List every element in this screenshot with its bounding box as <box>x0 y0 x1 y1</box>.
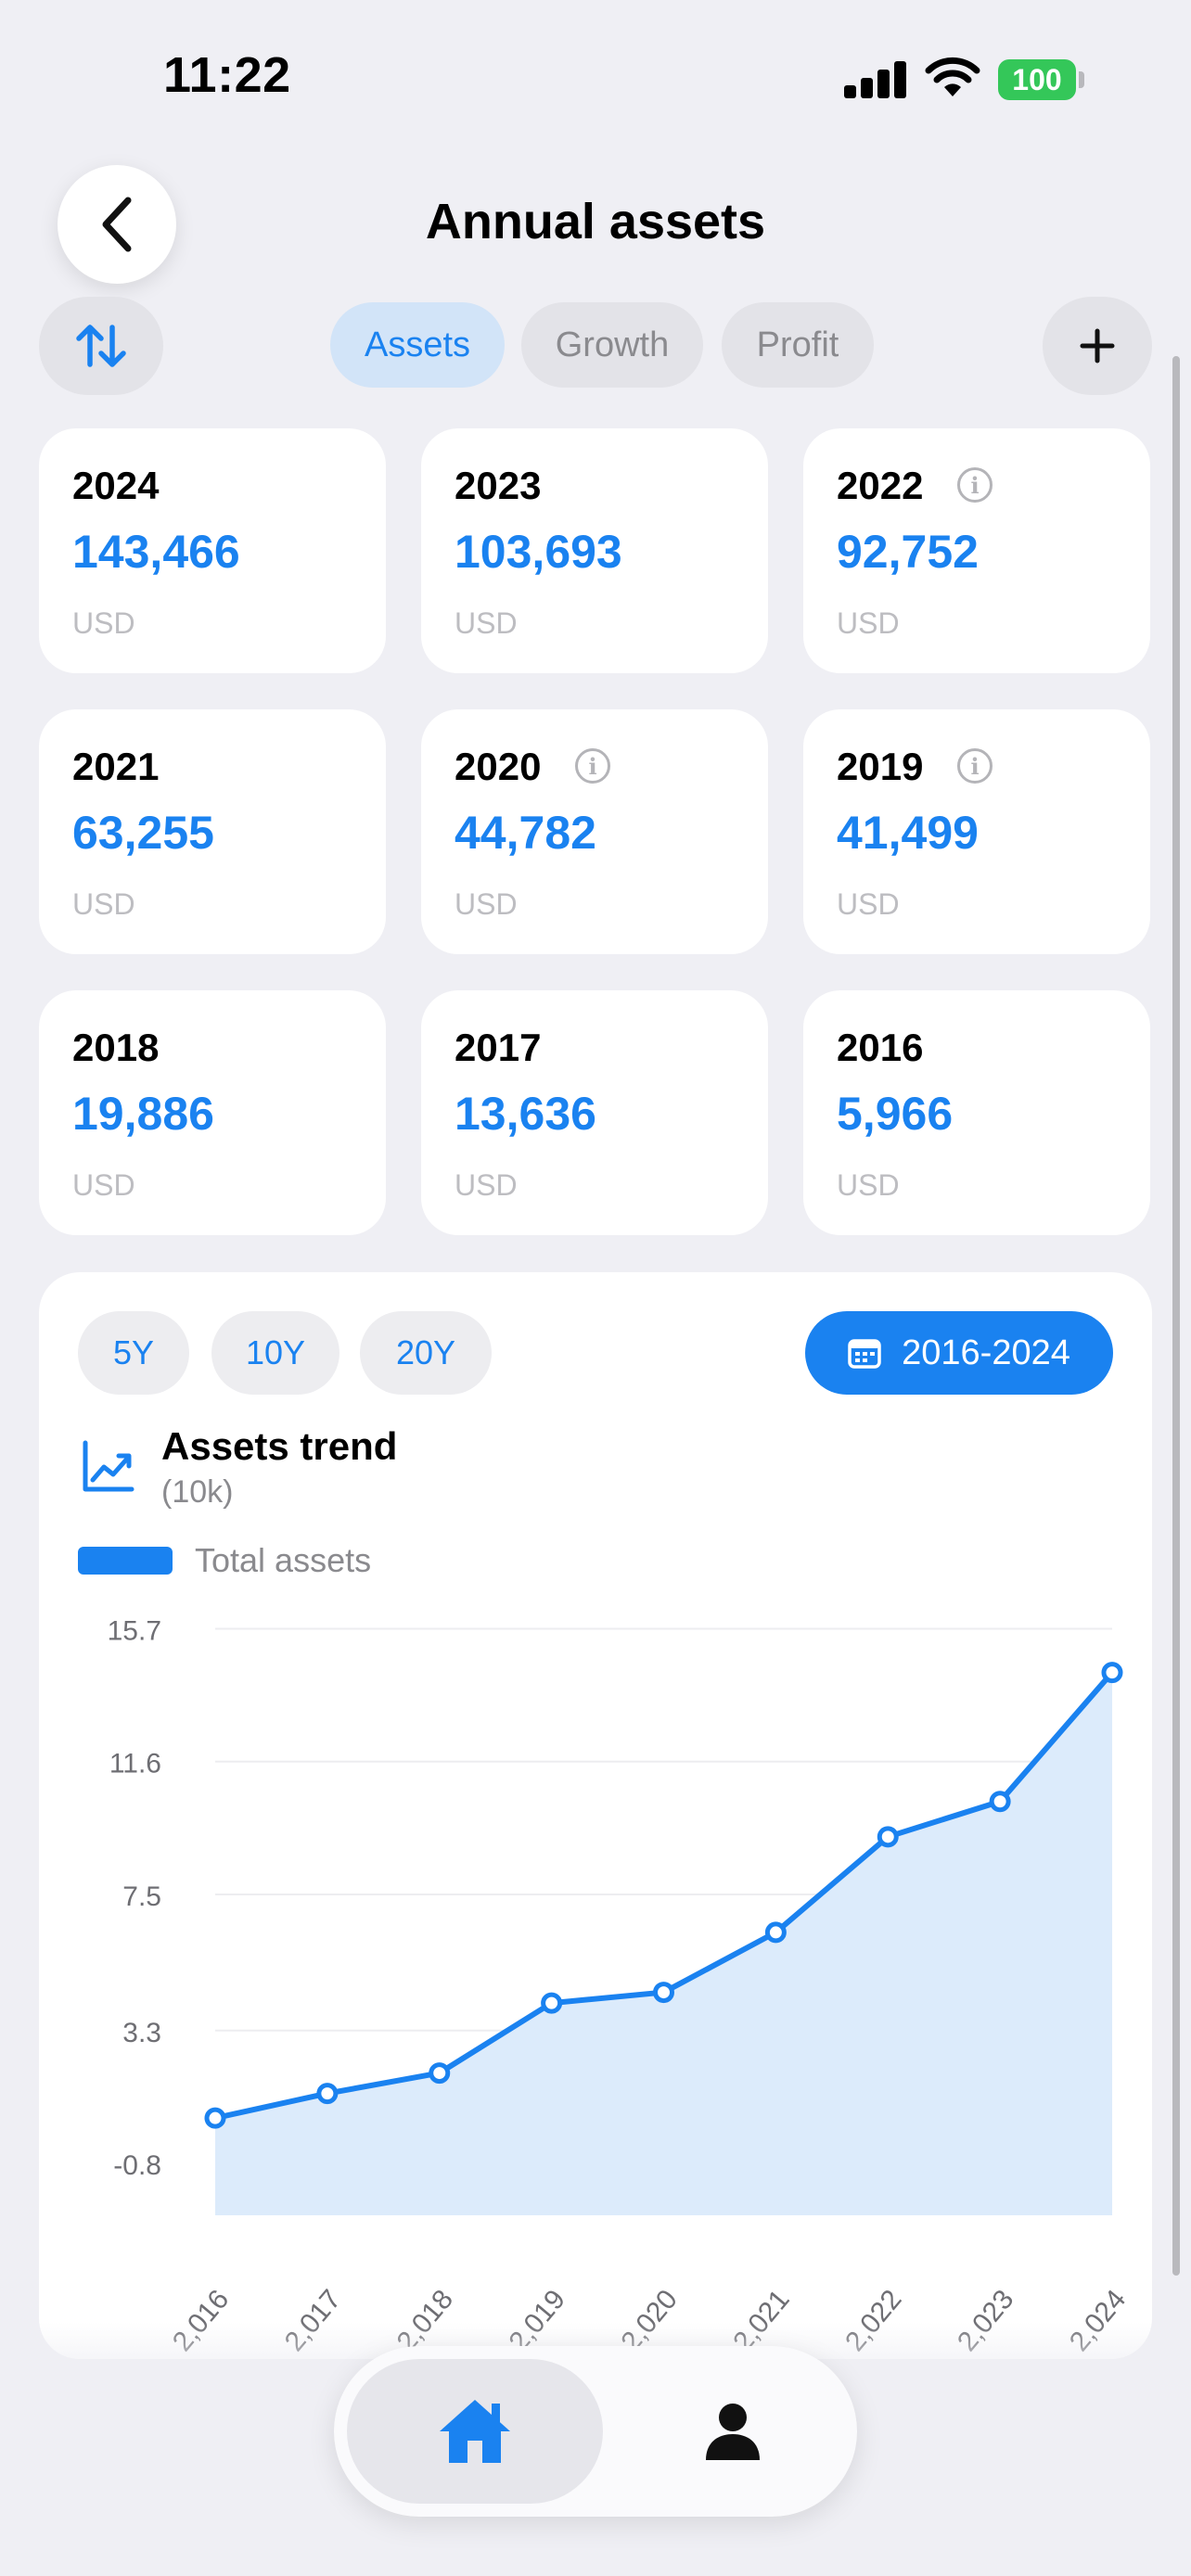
year-card-2023[interactable]: 2023 103,693 USD <box>421 428 768 673</box>
data-point <box>204 2107 226 2129</box>
year-card-2017[interactable]: 2017 13,636 USD <box>421 990 768 1235</box>
card-year: 2019 <box>837 745 924 788</box>
battery-cap <box>1079 71 1084 88</box>
y-tick-label: 3.3 <box>122 2018 161 2048</box>
data-point <box>764 1921 787 1944</box>
data-point <box>989 1791 1011 1813</box>
assets-trend-panel: 5Y 10Y 20Y 2016-2024 Assets trend (10k) … <box>39 1272 1152 2359</box>
card-unit: USD <box>455 606 518 640</box>
info-icon[interactable]: i <box>957 467 992 503</box>
tab-home[interactable] <box>347 2359 603 2504</box>
info-icon[interactable]: i <box>575 748 610 784</box>
year-card-2019[interactable]: 2019 i 41,499 USD <box>803 709 1150 954</box>
add-button[interactable] <box>1043 297 1152 395</box>
card-unit: USD <box>72 606 135 640</box>
tab-assets[interactable]: Assets <box>330 302 505 388</box>
year-card-2024[interactable]: 2024 143,466 USD <box>39 428 386 673</box>
status-time: 11:22 <box>163 47 291 103</box>
year-card-2021[interactable]: 2021 63,255 USD <box>39 709 386 954</box>
assets-trend-chart: 15.711.67.53.3-0.82,016 2,017 2,018 2,019 2,… <box>108 1615 1133 2357</box>
person-icon <box>706 2404 760 2460</box>
card-year: 2020 <box>455 745 542 788</box>
series-area <box>215 1672 1112 2215</box>
tab-profit[interactable]: Profit <box>722 302 874 388</box>
card-value: 63,255 <box>72 807 214 859</box>
y-tick-label: -0.8 <box>113 2150 161 2181</box>
y-tick-label: 11.6 <box>109 1749 161 1779</box>
tab-growth[interactable]: Growth <box>521 302 703 388</box>
card-value: 44,782 <box>455 807 596 859</box>
wifi-icon <box>925 57 980 96</box>
card-year: 2022 <box>837 464 924 507</box>
card-year: 2023 <box>455 464 542 507</box>
card-year: 2021 <box>72 745 160 788</box>
card-year: 2016 <box>837 1026 924 1069</box>
data-point <box>1101 1662 1123 1684</box>
data-point <box>316 2083 339 2105</box>
home-icon <box>440 2400 510 2463</box>
year-card-2022[interactable]: 2022 i 92,752 USD <box>803 428 1150 673</box>
sort-arrows-icon <box>76 325 126 367</box>
card-unit: USD <box>837 1168 900 1202</box>
card-unit: USD <box>72 1168 135 1202</box>
data-point <box>541 1992 563 2014</box>
card-value: 103,693 <box>455 526 622 578</box>
plus-icon <box>1080 328 1115 363</box>
card-year: 2018 <box>72 1026 160 1069</box>
card-unit: USD <box>837 887 900 921</box>
info-icon[interactable]: i <box>957 748 992 784</box>
card-unit: USD <box>837 606 900 640</box>
year-card-2016[interactable]: 2016 5,966 USD <box>803 990 1150 1235</box>
card-unit: USD <box>455 1168 518 1202</box>
y-tick-label: 7.5 <box>122 1881 161 1912</box>
card-year: 2017 <box>455 1026 542 1069</box>
card-value: 5,966 <box>837 1088 954 1140</box>
card-unit: USD <box>455 887 518 921</box>
card-value: 41,499 <box>837 807 979 859</box>
bottom-tab-bar <box>334 2346 857 2517</box>
sort-button[interactable] <box>39 297 163 395</box>
y-tick-label: 15.7 <box>108 1615 161 1646</box>
year-card-2018[interactable]: 2018 19,886 USD <box>39 990 386 1235</box>
data-point <box>653 1982 674 2004</box>
card-unit: USD <box>72 887 135 921</box>
cellular-signal-icon <box>844 59 907 98</box>
tab-profile[interactable] <box>621 2359 844 2504</box>
card-value: 19,886 <box>72 1088 214 1140</box>
year-card-2020[interactable]: 2020 i 44,782 USD <box>421 709 768 954</box>
battery-icon: 100 <box>998 59 1076 100</box>
card-value: 92,752 <box>837 526 979 578</box>
card-year: 2024 <box>72 464 160 507</box>
card-value: 13,636 <box>455 1088 596 1140</box>
scrollbar[interactable] <box>1172 356 1180 2276</box>
data-point <box>429 2062 451 2085</box>
page-title: Annual assets <box>425 194 766 249</box>
card-value: 143,466 <box>72 526 240 578</box>
data-point <box>877 1826 899 1848</box>
